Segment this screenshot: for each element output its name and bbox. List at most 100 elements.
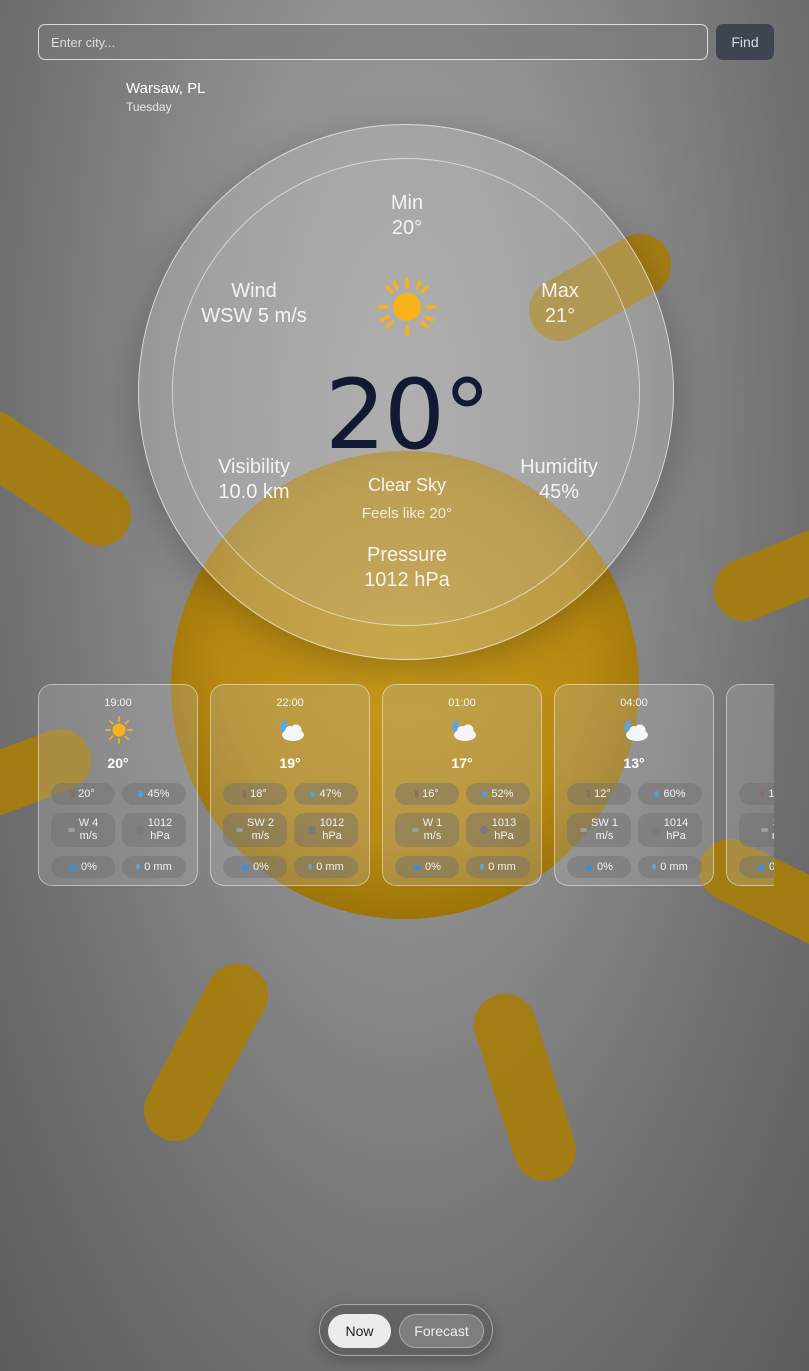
umbrella-icon [757,864,766,870]
pressure-value: 1013 hPa [492,817,516,843]
wind-value-line1: W 4 [78,817,99,829]
stat-pressure-label: Pressure [366,544,448,566]
pressure-chip: 1012 hPa [294,813,358,847]
hourly-forecast-strip[interactable]: 19:00 20° 20° 45% W 4 m/s 1012 hPa 0% 0 mm… [38,684,774,894]
hourly-card[interactable]: 10 Sm 0% [726,684,774,886]
humidity-value: 45% [147,787,170,800]
pressure-gauge-icon [479,826,488,834]
pressure-value-line2: hPa [666,830,686,842]
pressure-value: 1012 hPa [148,817,172,843]
search-bar: Find [38,24,774,60]
hourly-card[interactable]: 04:00 13° 12° 60% SW 1 m/s 1014 hPa 0% 0 m… [554,684,714,886]
wind-value-line1: SW 2 [247,817,274,829]
hour-time: 22:00 [276,697,304,709]
hourly-card[interactable]: 01:00 17° 16° 52% W 1 m/s 1013 hPa 0% 0 mm [382,684,542,886]
wind-value: SW 2 m/s [247,817,274,843]
wind-value-line2: m/s [79,830,98,842]
pressure-value: 1012 hPa [320,817,344,843]
wind-value: Sm [772,817,774,843]
hour-time: 19:00 [104,697,132,709]
humidity-chip: 60% [638,783,702,805]
wind-value: W 1 m/s [423,817,443,843]
hour-time: 04:00 [620,697,648,709]
precip-chance-value: 0% [253,860,269,873]
pressure-value-line2: hPa [150,830,170,842]
precip-chance-value: 0% [425,860,441,873]
hour-temperature: 13° [623,755,645,771]
precip-chance-chip: 0% [223,856,287,878]
pressure-chip: 1012 hPa [122,813,186,847]
hourly-card[interactable]: 19:00 20° 20° 45% W 4 m/s 1012 hPa 0% 0 mm [38,684,198,886]
current-weather-dial: Min 20° Wind WSW 5 m/s Max 21° Visibilit… [138,124,674,660]
stat-pressure: Pressure 1012 hPa [337,543,477,593]
stat-pressure-value: 1012 hPa [364,569,450,591]
wind-value-line1: SW 1 [591,817,618,829]
hourly-card[interactable]: 22:00 19° 18° 47% SW 2 m/s 1012 hPa 0% 0 m… [210,684,370,886]
wind-chip: SW 1 m/s [567,813,631,847]
city-name: Warsaw, PL [126,80,206,97]
stat-wind-value: WSW 5 m/s [201,305,307,327]
precip-chance-chip: 0% [395,856,459,878]
wind-value-line2: m [772,830,774,842]
stat-min-value: 20° [391,217,423,239]
humidity-chip: 45% [122,783,186,805]
droplet-icon [138,791,144,797]
precip-chance-value: 0% [81,860,97,873]
feels-value: 16° [422,787,439,800]
wind-icon [236,828,244,832]
location-header: Warsaw, PL Tuesday [126,80,205,114]
precip-amount-chip: 0 mm [638,856,702,878]
raindrop-icon [136,864,141,870]
wind-chip: W 4 m/s [51,813,115,847]
pressure-value-line1: 1012 [319,817,345,829]
precip-chance-chip: 0% [51,856,115,878]
stat-max-label: Max [541,280,579,302]
humidity-chip: 52% [466,783,530,805]
cloud-moon-icon [280,720,304,741]
umbrella-icon [69,864,78,870]
feels-chip: 20° [51,783,115,805]
droplet-icon [310,791,316,797]
stat-min: Min 20° [337,191,477,241]
umbrella-icon [413,864,422,870]
find-button[interactable]: Find [716,24,774,60]
precip-chance-chip: 0% [567,856,631,878]
pressure-value-line2: hPa [494,830,514,842]
day-name: Tuesday [126,100,172,114]
stat-max-value: 21° [544,305,576,327]
cloud-moon-icon [452,720,476,741]
humidity-value: 52% [491,787,514,800]
stat-min-label: Min [390,192,424,214]
pressure-value: 1014 hPa [664,817,688,843]
precip-chance-value: 0% [597,860,613,873]
droplet-icon [654,791,660,797]
precip-chance-chip: 0% [739,856,774,878]
thermometer-icon [243,790,247,798]
pressure-gauge-icon [135,826,144,834]
current-temperature: 20° [324,359,491,471]
cloud-moon-icon [624,720,648,741]
raindrop-icon [308,864,313,870]
wind-value-line2: m/s [595,830,614,842]
thermometer-icon [587,790,591,798]
city-search-input[interactable] [38,24,708,60]
humidity-chip: 47% [294,783,358,805]
precip-amount-value: 0 mm [316,860,344,873]
raindrop-icon [652,864,657,870]
droplet-icon [482,791,488,797]
wind-value-line1: W 1 [422,817,443,829]
precip-amount-chip: 0 mm [294,856,358,878]
pressure-gauge-icon [307,826,316,834]
pressure-value-line2: hPa [322,830,342,842]
tab-now[interactable]: Now [328,1314,391,1348]
wind-chip: SW 2 m/s [223,813,287,847]
stat-max: Max 21° [490,279,630,329]
feels-chip: 10 [739,783,774,805]
feels-chip: 16° [395,783,459,805]
tab-forecast[interactable]: Forecast [399,1314,484,1348]
feels-value: 12° [594,787,611,800]
hour-temperature: 17° [451,755,473,771]
sun-icon [377,277,437,337]
pressure-gauge-icon [651,826,660,834]
feels-value: 20° [78,787,95,800]
